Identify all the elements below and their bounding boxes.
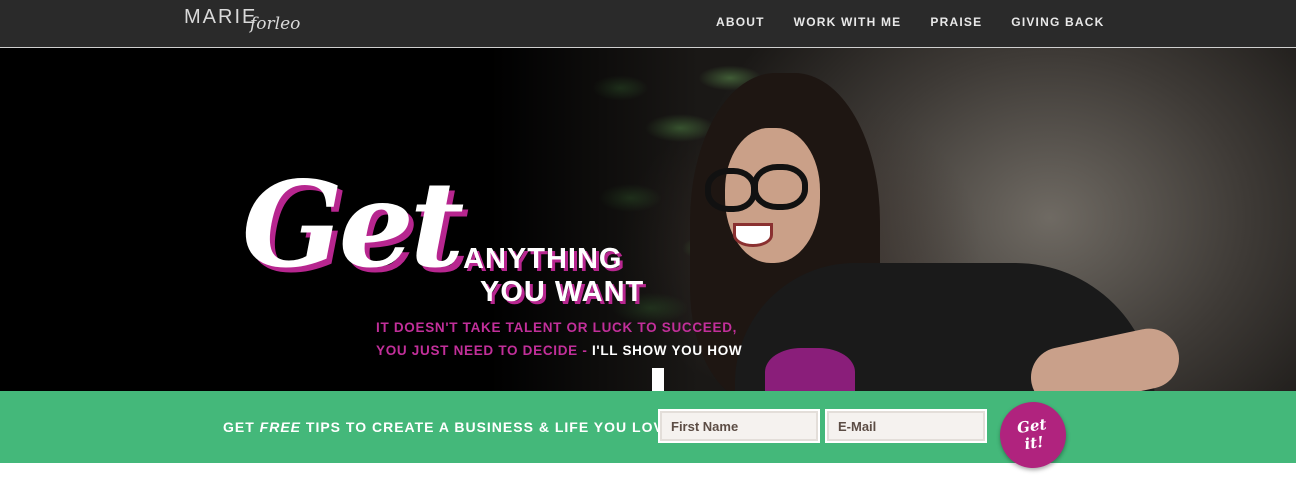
hero-headline-line1: ANYTHING — [463, 243, 623, 275]
top-navigation-bar: MARIE forleo ABOUT WORK WITH ME PRAISE G… — [0, 0, 1296, 48]
hero-headline-line2: YOU WANT — [480, 276, 645, 308]
hero-subheadline-line1: IT DOESN'T TAKE TALENT OR LUCK TO SUCCEE… — [376, 320, 738, 335]
hero-subheadline-line2: YOU JUST NEED TO DECIDE - I'LL SHOW YOU … — [376, 343, 742, 358]
signup-band: GET FREE TIPS TO CREATE A BUSINESS & LIF… — [0, 391, 1296, 473]
hero-subheadline-white: I'LL SHOW YOU HOW — [591, 343, 743, 358]
hero-script-get: Get — [242, 155, 464, 294]
logo-main-text: MARIE — [184, 6, 258, 28]
hero-section: Get ANYTHING YOU WANT IT DOESN'T TAKE TA… — [0, 48, 1296, 391]
nav-link-giving-back[interactable]: GIVING BACK — [1011, 15, 1104, 29]
hero-photo-top — [765, 348, 855, 391]
hero-subheadline-pink: YOU JUST NEED TO DECIDE - — [376, 343, 592, 358]
signup-tagline-free: FREE — [259, 419, 302, 435]
nav-link-work-with-me[interactable]: WORK WITH ME — [794, 15, 902, 29]
get-it-button[interactable]: Get it! — [995, 397, 1071, 473]
hero-photo-glasses-right — [752, 164, 808, 210]
get-it-button-line2: it! — [1023, 432, 1045, 454]
down-arrow-icon — [652, 368, 664, 391]
signup-tagline: GET FREE TIPS TO CREATE A BUSINESS & LIF… — [223, 419, 674, 435]
main-nav: ABOUT WORK WITH ME PRAISE GIVING BACK — [716, 15, 1105, 29]
signup-tagline-before: GET — [223, 419, 260, 435]
signup-tagline-after: TIPS TO CREATE A BUSINESS & LIFE YOU LOV… — [301, 419, 675, 435]
hero-photo-smile — [733, 223, 773, 247]
hero-photo-glasses-left — [705, 168, 757, 212]
nav-link-praise[interactable]: PRAISE — [930, 15, 982, 29]
nav-link-about[interactable]: ABOUT — [716, 15, 765, 29]
first-name-input[interactable] — [660, 411, 818, 441]
logo-script-text: forleo — [250, 14, 301, 34]
email-input[interactable] — [827, 411, 985, 441]
